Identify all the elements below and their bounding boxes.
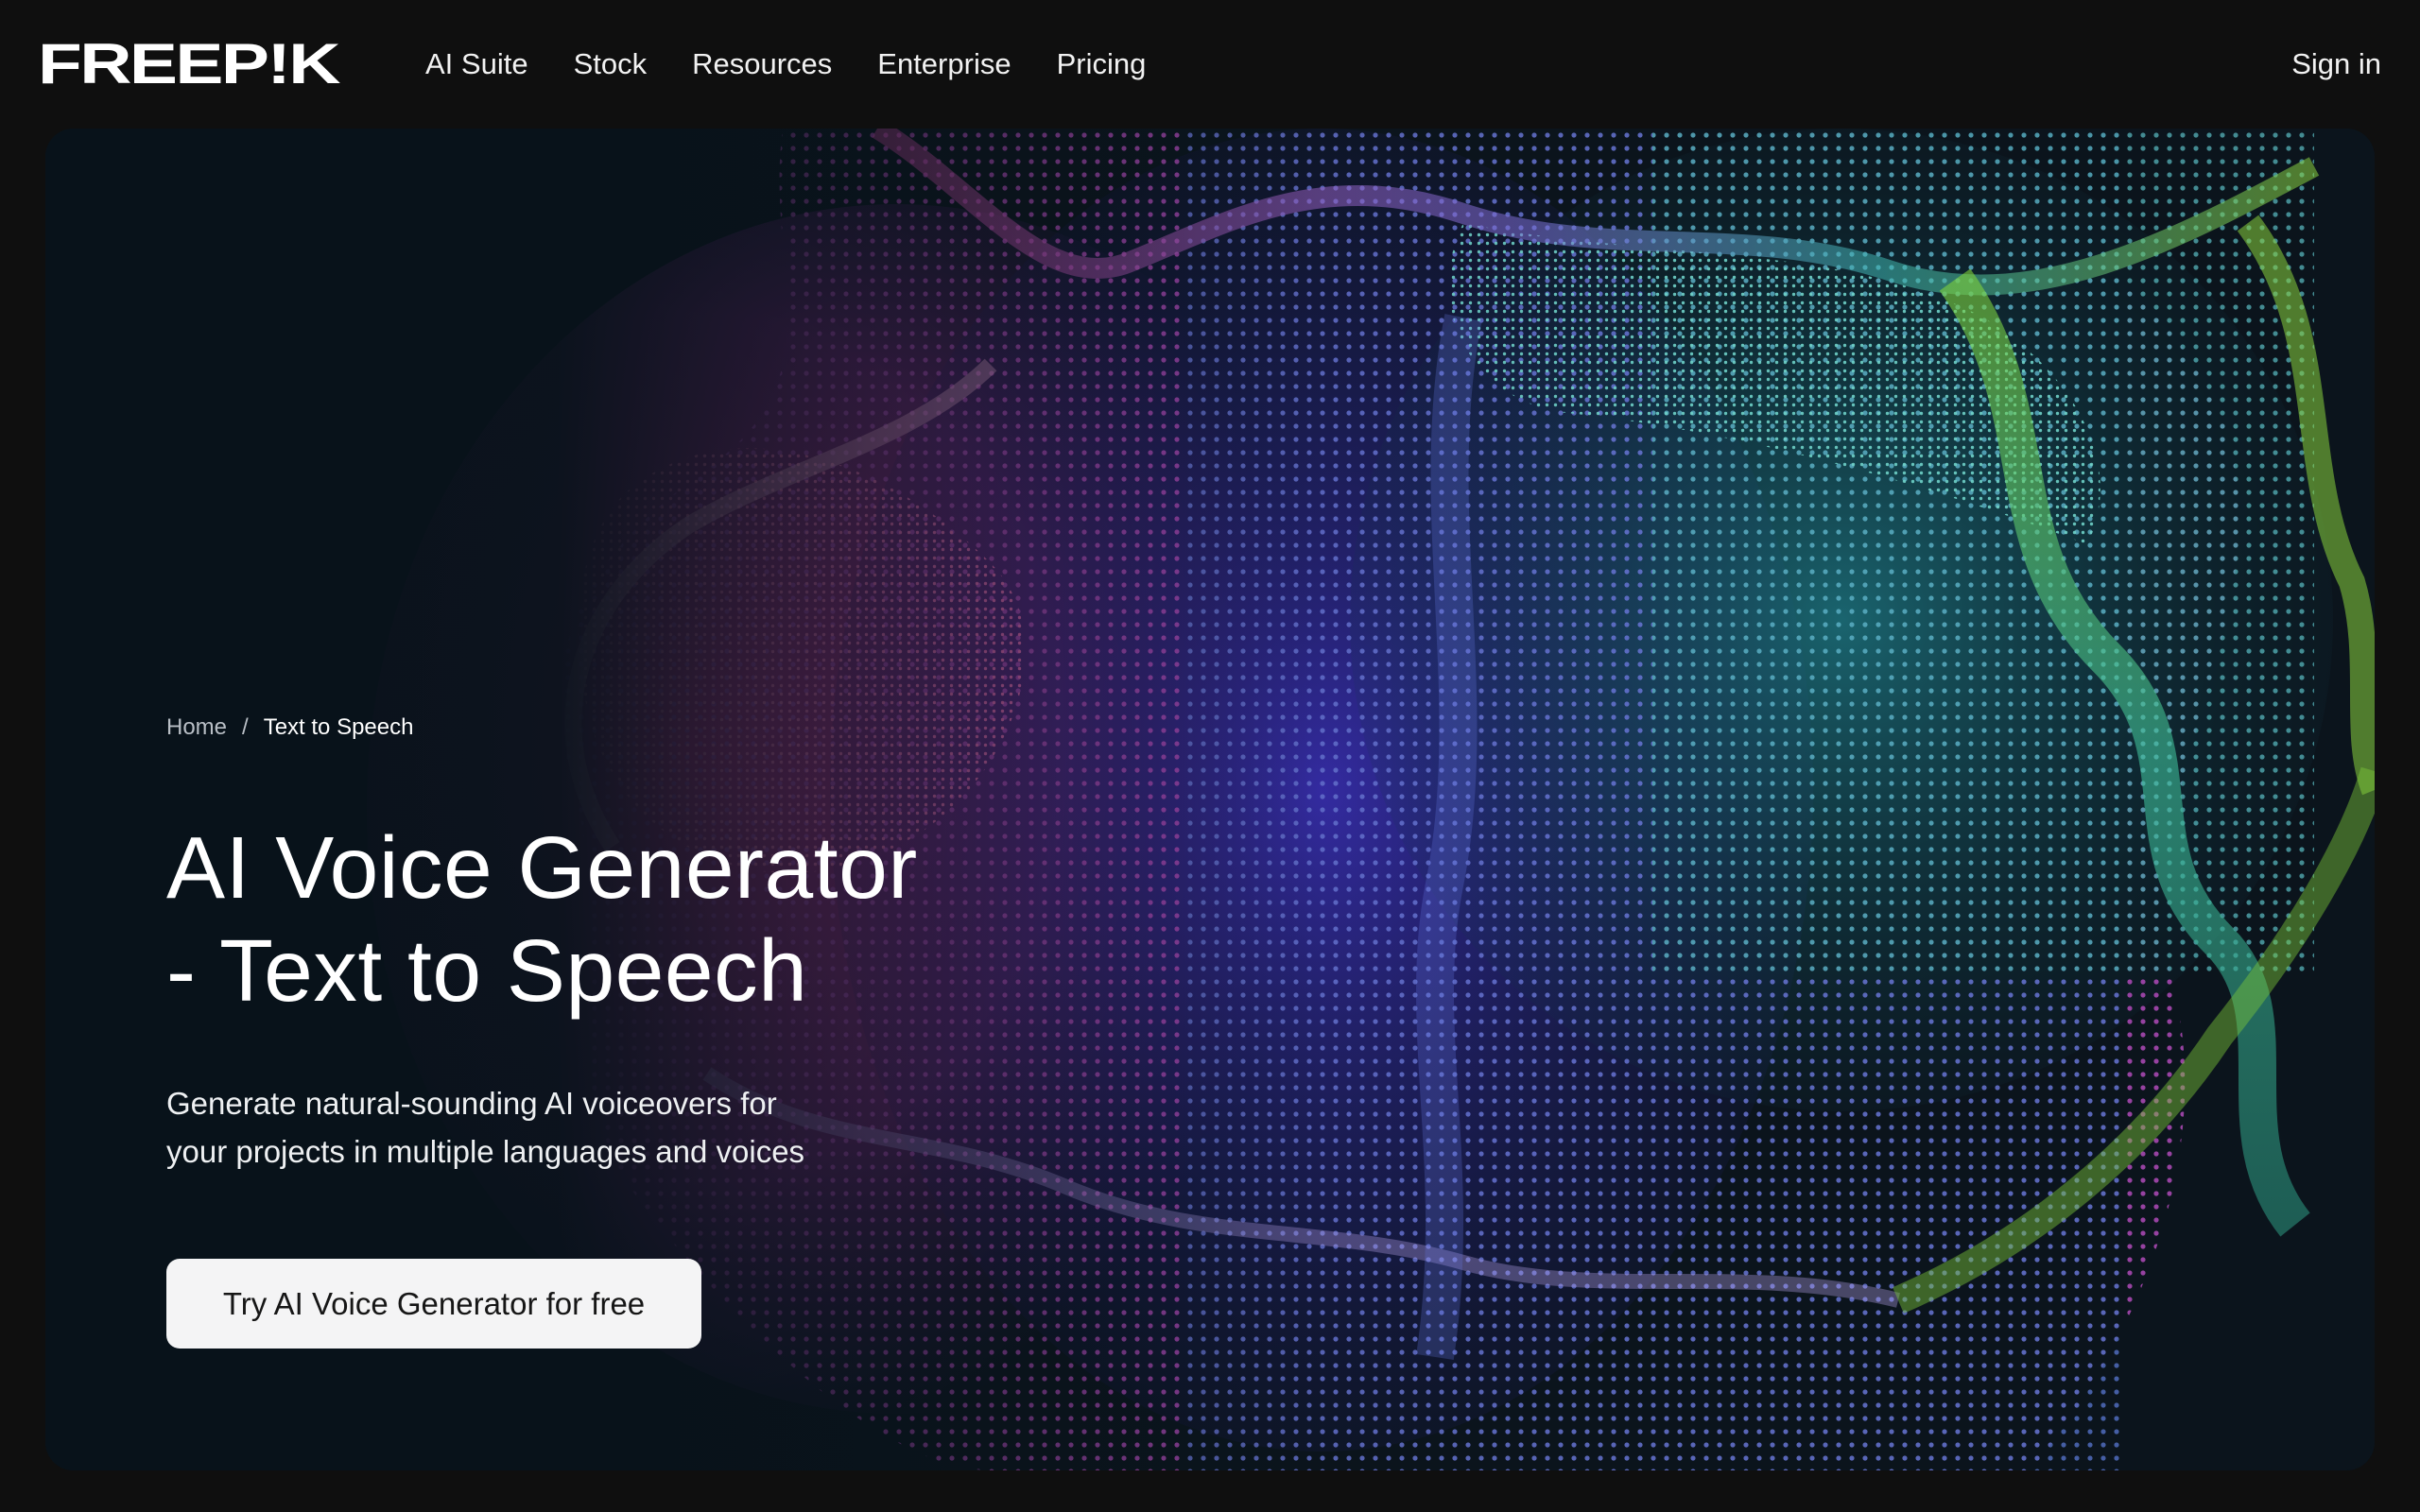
breadcrumb-separator: / — [242, 714, 249, 740]
try-ai-voice-generator-button[interactable]: Try AI Voice Generator for free — [166, 1259, 701, 1349]
nav-link-stock[interactable]: Stock — [574, 47, 648, 81]
hero-subtitle-line-2: your projects in multiple languages and … — [166, 1134, 805, 1169]
breadcrumb-current: Text to Speech — [263, 714, 414, 740]
freepik-logo-mark: FREEP!K — [38, 40, 340, 89]
hero-content: Home / Text to Speech AI Voice Generator… — [166, 129, 1206, 1470]
nav-link-enterprise[interactable]: Enterprise — [877, 47, 1011, 81]
main-menu: AI Suite Stock Resources Enterprise Pric… — [425, 47, 1146, 81]
hero-subtitle: Generate natural-sounding AI voiceovers … — [166, 1079, 923, 1176]
nav-link-ai-suite[interactable]: AI Suite — [425, 47, 528, 81]
nav-link-pricing[interactable]: Pricing — [1057, 47, 1147, 81]
svg-text:FREEP!K: FREEP!K — [38, 40, 340, 89]
page-title-line-2: - Text to Speech — [166, 921, 808, 1020]
sign-in-link[interactable]: Sign in — [2291, 47, 2381, 81]
page-title-line-1: AI Voice Generator — [166, 818, 918, 917]
top-navbar: FREEP!K AI Suite Stock Resources Enterpr… — [0, 0, 2420, 129]
page-title: AI Voice Generator - Text to Speech — [166, 816, 1206, 1022]
breadcrumb-home-link[interactable]: Home — [166, 714, 227, 741]
breadcrumb: Home / Text to Speech — [166, 714, 413, 741]
nav-link-resources[interactable]: Resources — [692, 47, 832, 81]
hero-subtitle-line-1: Generate natural-sounding AI voiceovers … — [166, 1086, 777, 1121]
freepik-logo[interactable]: FREEP!K — [38, 36, 340, 93]
hero-banner: Home / Text to Speech AI Voice Generator… — [45, 129, 2375, 1470]
